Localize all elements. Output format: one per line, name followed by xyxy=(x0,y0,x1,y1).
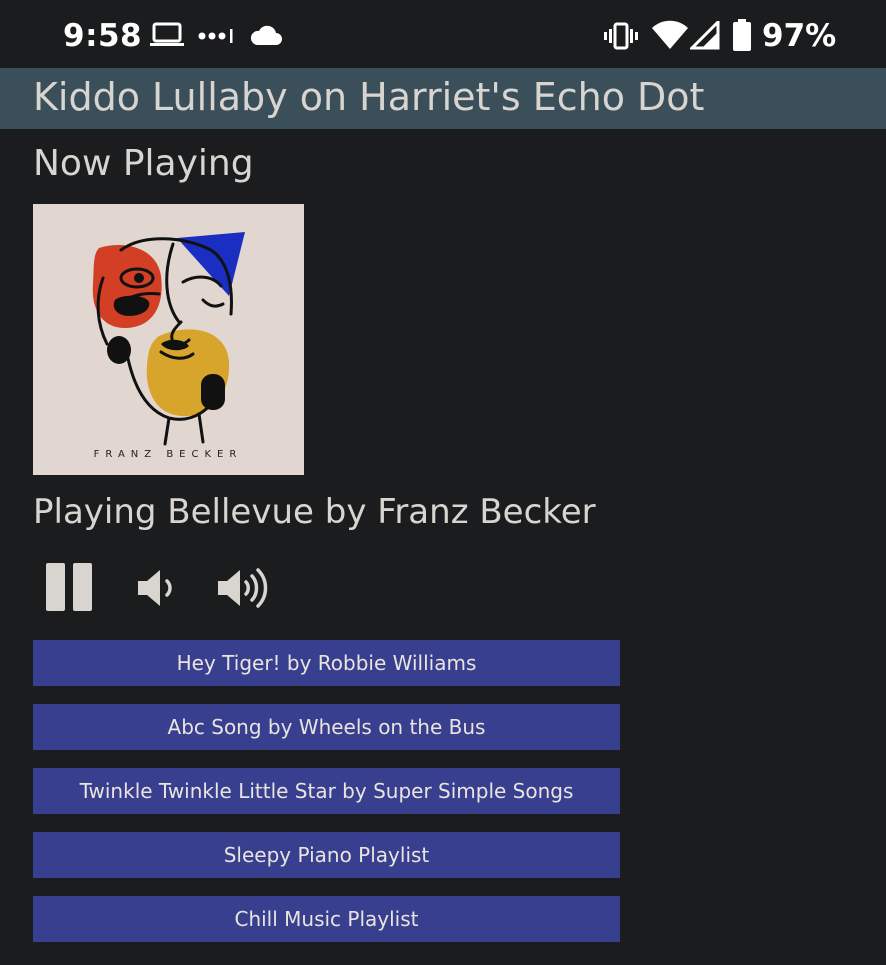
song-button-abc-song[interactable]: Abc Song by Wheels on the Bus xyxy=(33,704,620,750)
now-playing-heading: Now Playing xyxy=(33,143,254,184)
status-bar: 9:58 97% xyxy=(0,0,886,68)
more-dots-icon xyxy=(198,28,234,47)
volume-up-button[interactable] xyxy=(216,566,272,610)
page-title: Kiddo Lullaby on Harriet's Echo Dot xyxy=(33,75,705,119)
song-button-twinkle-twinkle[interactable]: Twinkle Twinkle Little Star by Super Sim… xyxy=(33,768,620,814)
now-playing-status: Playing Bellevue by Franz Becker xyxy=(33,492,596,532)
pause-button[interactable] xyxy=(46,563,96,613)
wifi-icon xyxy=(652,20,688,54)
status-time: 9:58 xyxy=(63,18,143,54)
title-bar: Kiddo Lullaby on Harriet's Echo Dot xyxy=(0,68,886,129)
song-button-hey-tiger[interactable]: Hey Tiger! by Robbie Williams xyxy=(33,640,620,686)
laptop-icon xyxy=(150,22,184,52)
bottom-strip xyxy=(0,944,886,965)
battery-icon xyxy=(733,19,751,55)
volume-down-icon xyxy=(138,570,172,606)
battery-percent: 97% xyxy=(762,18,837,54)
vibrate-icon xyxy=(604,22,638,54)
song-button-chill-music[interactable]: Chill Music Playlist xyxy=(33,896,620,942)
album-art: FRANZ BECKER xyxy=(33,204,304,475)
svg-text:FRANZ BECKER: FRANZ BECKER xyxy=(94,449,243,460)
cloud-icon xyxy=(249,24,283,50)
song-button-sleepy-piano[interactable]: Sleepy Piano Playlist xyxy=(33,832,620,878)
volume-down-button[interactable] xyxy=(136,566,178,610)
volume-up-icon xyxy=(218,568,268,608)
signal-icon xyxy=(688,18,720,54)
